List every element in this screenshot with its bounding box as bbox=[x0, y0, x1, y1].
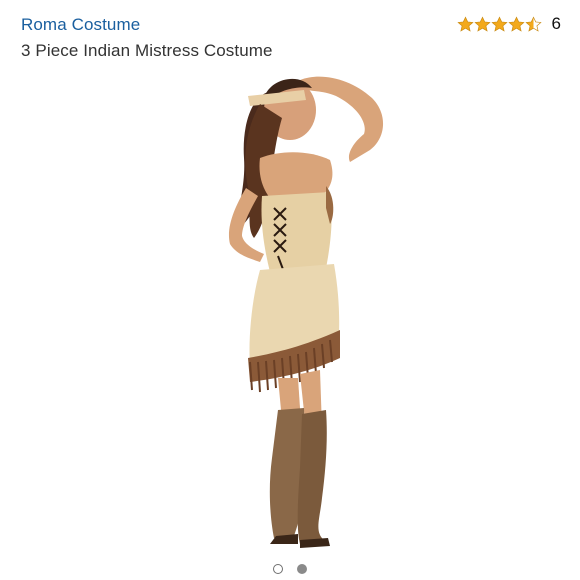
image-pager bbox=[0, 564, 580, 574]
rating-count: 6 bbox=[551, 14, 561, 33]
pager-dot-2[interactable] bbox=[297, 564, 307, 574]
star-icon bbox=[456, 15, 474, 32]
star-icon bbox=[473, 15, 491, 32]
product-page: Roma Costume 3 Piece Indian Mistress Cos… bbox=[0, 0, 580, 580]
rating-stars bbox=[456, 14, 542, 34]
pager-dot-1[interactable] bbox=[273, 564, 283, 574]
rating[interactable]: 6 bbox=[456, 14, 561, 34]
product-image[interactable] bbox=[150, 58, 440, 558]
star-icon bbox=[507, 15, 525, 32]
brand-link[interactable]: Roma Costume bbox=[21, 15, 140, 35]
star-icon bbox=[524, 15, 542, 32]
costume-photo bbox=[228, 76, 384, 548]
star-icon bbox=[490, 15, 508, 32]
